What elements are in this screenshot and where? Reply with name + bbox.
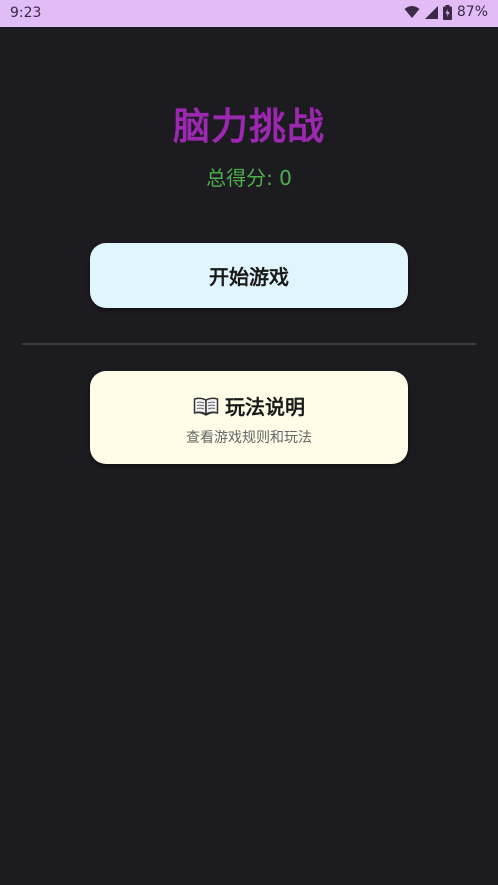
book-icon — [193, 396, 219, 416]
status-icons: 87% — [404, 4, 488, 20]
total-score: 总得分: 0 — [206, 166, 292, 190]
wifi-icon — [404, 6, 420, 18]
how-to-play-card[interactable]: 玩法说明 查看游戏规则和玩法 — [90, 371, 408, 464]
battery-percent: 87% — [456, 4, 488, 20]
status-time: 9:23 — [10, 5, 42, 21]
cell-signal-icon — [424, 5, 438, 19]
status-bar: 9:23 87% — [0, 0, 498, 27]
rules-title: 玩法说明 — [225, 395, 305, 419]
page-title: 脑力挑战 — [173, 105, 325, 148]
battery-icon — [442, 4, 452, 20]
divider — [22, 343, 476, 345]
rules-title-row: 玩法说明 — [90, 391, 408, 420]
rules-subtitle: 查看游戏规则和玩法 — [186, 430, 312, 446]
start-game-button[interactable]: 开始游戏 — [90, 243, 408, 308]
